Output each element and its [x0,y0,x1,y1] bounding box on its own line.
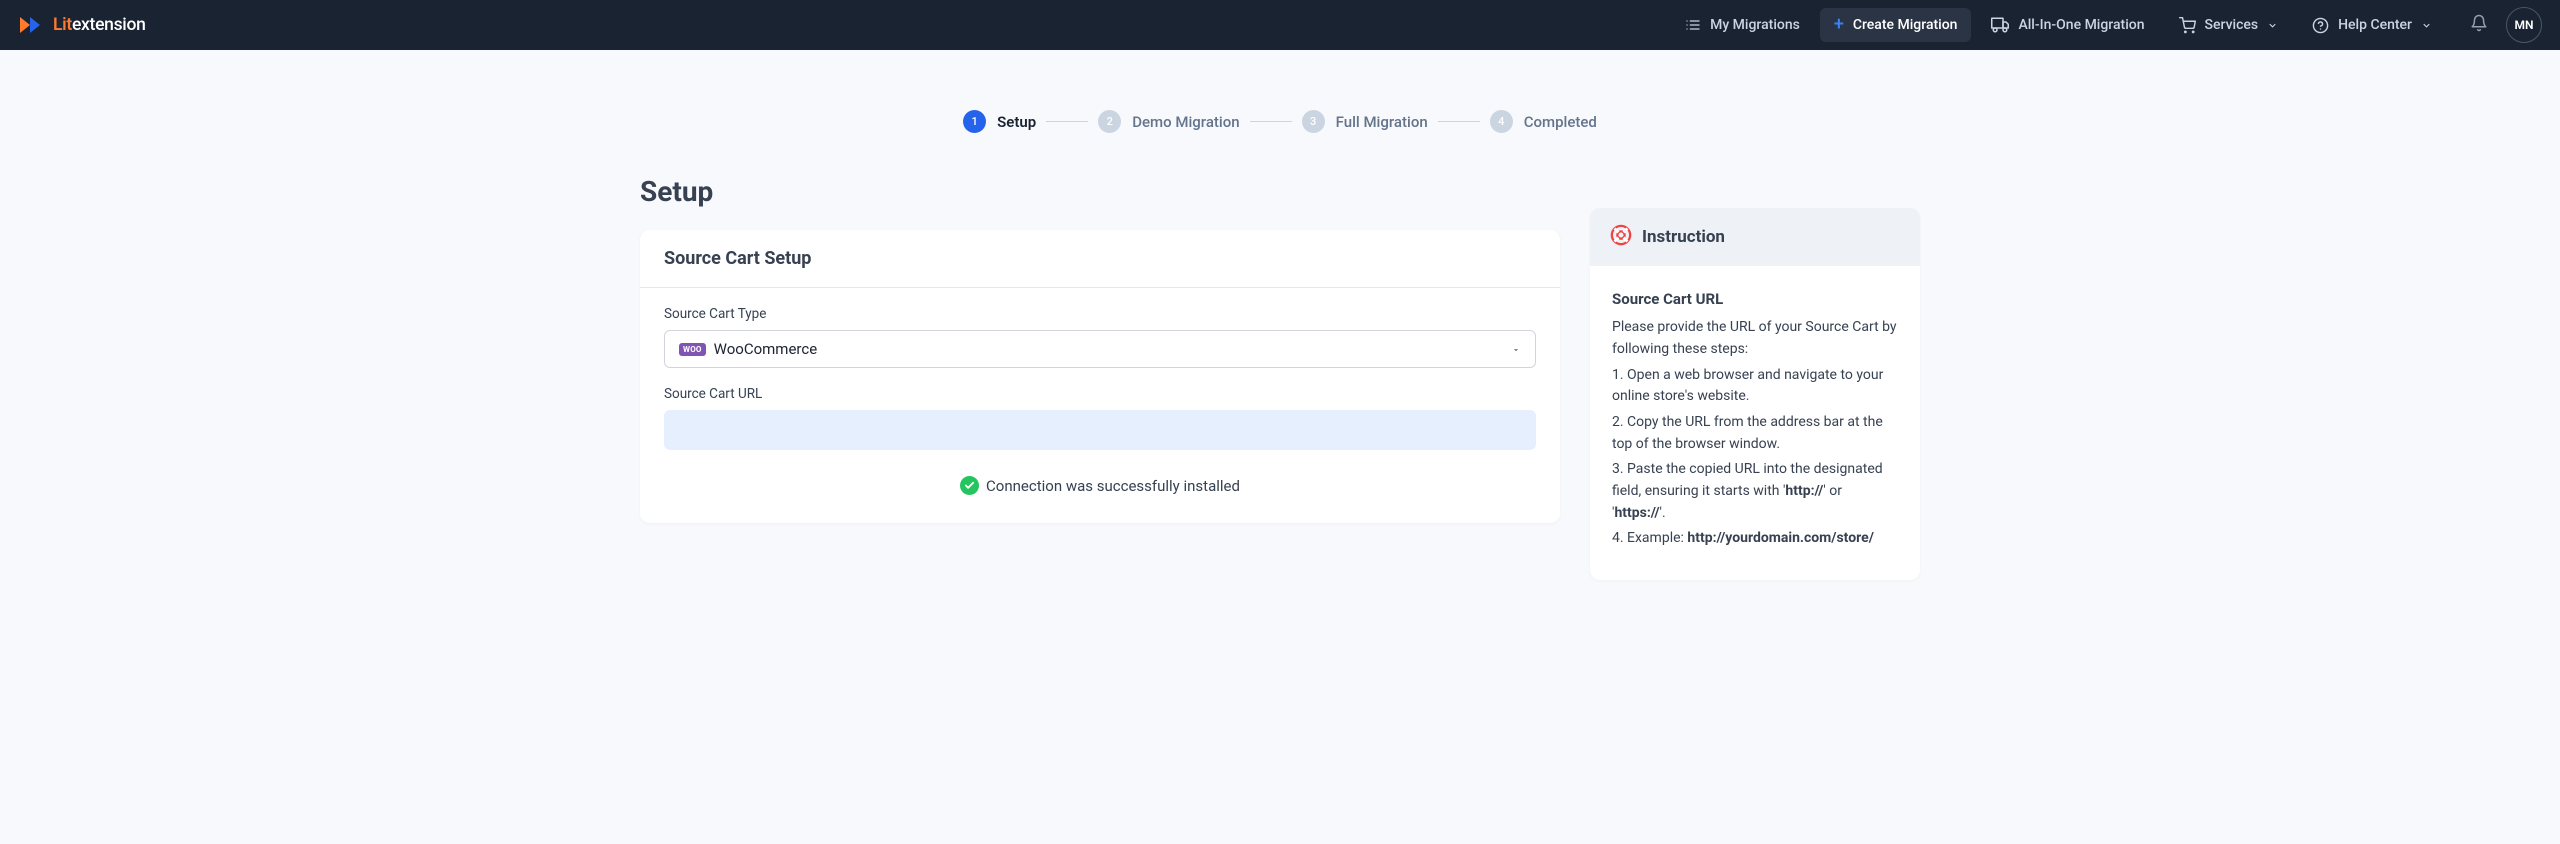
nav-label: Create Migration [1853,17,1958,33]
cart-icon [2179,17,2196,34]
cart-type-label: Source Cart Type [664,306,1536,322]
bell-icon [2470,14,2488,32]
step-divider [1250,121,1292,122]
chevron-down-icon [2267,20,2278,31]
cart-url-input[interactable] [664,410,1536,450]
instruction-heading: Source Cart URL [1612,288,1898,311]
step-setup: 1 Setup [963,110,1036,133]
step-label: Full Migration [1336,113,1428,131]
step-demo-migration: 2 Demo Migration [1098,110,1239,133]
woo-badge: WOO [679,343,706,356]
instruction-panel: Instruction Source Cart URL Please provi… [1590,208,1920,580]
nav-label: Services [2205,17,2259,33]
lifebuoy-icon [1610,224,1632,250]
nav-my-migrations[interactable]: My Migrations [1671,9,1814,41]
step-number: 4 [1490,110,1513,133]
step-divider [1046,121,1088,122]
instruction-step4: 4. Example: http://yourdomain.com/store/ [1612,528,1898,550]
step-divider [1438,121,1480,122]
progress-steps: 1 Setup 2 Demo Migration 3 Full Migratio… [0,50,2560,165]
step-number: 1 [963,110,986,133]
nav-help-center[interactable]: Help Center [2298,9,2446,42]
instruction-intro: Please provide the URL of your Source Ca… [1612,317,1898,360]
connection-status: Connection was successfully installed [664,476,1536,495]
nav-label: All-In-One Migration [2018,17,2144,33]
cart-type-value: WooCommerce [714,340,818,358]
instruction-step2: 2. Copy the URL from the address bar at … [1612,412,1898,455]
instruction-title: Instruction [1642,227,1725,247]
nav-create-migration[interactable]: + Create Migration [1820,8,1972,42]
nav-all-in-one[interactable]: All-In-One Migration [1977,8,2158,42]
step-label: Completed [1524,113,1597,131]
cart-url-label: Source Cart URL [664,386,1536,402]
logo-text: Litextension [53,15,146,35]
logo-icon [18,14,46,36]
step-full-migration: 3 Full Migration [1302,110,1428,133]
step-completed: 4 Completed [1490,110,1597,133]
user-avatar[interactable]: MN [2506,7,2542,43]
chevron-down-icon [2421,20,2432,31]
instruction-step1: 1. Open a web browser and navigate to yo… [1612,365,1898,408]
nav-services[interactable]: Services [2165,9,2293,42]
avatar-initials: MN [2515,18,2534,32]
source-cart-card: Source Cart Setup Source Cart Type WOO W… [640,230,1560,523]
page-title: Setup [640,175,1920,208]
check-circle-icon [960,476,979,495]
nav-label: My Migrations [1710,17,1800,33]
instruction-step3: 3. Paste the copied URL into the designa… [1612,459,1898,524]
step-label: Demo Migration [1132,113,1239,131]
nav-label: Help Center [2338,17,2412,33]
caret-down-icon [1511,340,1521,359]
notifications-button[interactable] [2470,14,2488,36]
list-icon [1685,17,1701,33]
step-label: Setup [997,113,1036,131]
plus-icon: + [1834,16,1844,34]
card-title: Source Cart Setup [640,230,1560,288]
cart-type-select[interactable]: WOO WooCommerce [664,330,1536,368]
help-icon [2312,17,2329,34]
truck-icon [1991,16,2009,34]
logo[interactable]: Litextension [18,14,146,36]
status-text: Connection was successfully installed [986,477,1240,495]
step-number: 2 [1098,110,1121,133]
step-number: 3 [1302,110,1325,133]
